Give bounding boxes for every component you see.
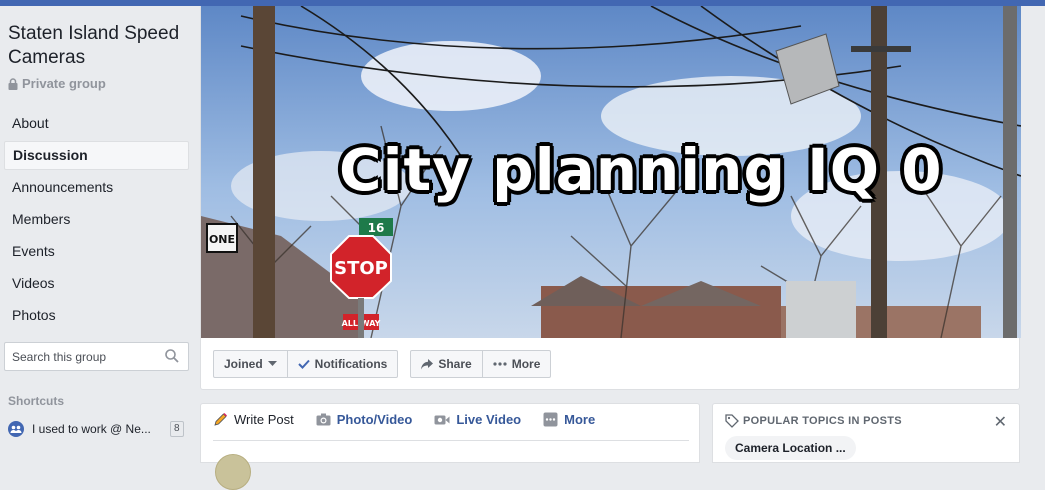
avatar[interactable]	[215, 454, 251, 490]
tab-more[interactable]: More	[543, 412, 595, 427]
search-input[interactable]	[12, 349, 162, 364]
privacy-label: Private group	[22, 76, 106, 91]
nav-item-events[interactable]: Events	[4, 237, 189, 266]
cover-card: ONE 16 STOP ALL WAY City planning IQ 0 J…	[200, 6, 1021, 390]
cover-caption: City planning IQ 0	[339, 136, 943, 204]
stop-sign-text: STOP	[334, 258, 388, 279]
live-video-label: Live Video	[456, 412, 522, 427]
group-privacy: Private group	[8, 76, 106, 91]
cover-photo[interactable]: ONE 16 STOP ALL WAY City planning IQ 0	[201, 6, 1021, 338]
lock-icon	[8, 77, 18, 90]
nav-item-photos[interactable]: Photos	[4, 301, 189, 330]
close-icon[interactable]: ✕	[994, 412, 1007, 432]
tab-live-video[interactable]: Live Video	[434, 412, 521, 427]
write-post-label: Write Post	[234, 412, 294, 427]
nav-item-videos[interactable]: Videos	[4, 269, 189, 298]
more-button[interactable]: More	[481, 351, 551, 377]
composer-divider	[213, 440, 689, 441]
more-tab-label: More	[564, 412, 596, 427]
tag-icon	[725, 414, 739, 428]
nav-item-members[interactable]: Members	[4, 205, 189, 234]
shortcut-label: I used to work @ Ne...	[32, 422, 151, 436]
tab-write-post[interactable]: Write Post	[213, 412, 294, 427]
post-composer: Write Post Photo/Video Live Video More	[200, 403, 700, 490]
group-nav: About Discussion Announcements Members E…	[4, 109, 189, 333]
popular-topics-heading: POPULAR TOPICS IN POSTS	[725, 414, 902, 428]
popular-topics-card: POPULAR TOPICS IN POSTS ✕ Camera Locatio…	[712, 403, 1020, 463]
shortcut-item[interactable]: I used to work @ Ne... 8	[8, 419, 186, 439]
share-label: Share	[438, 357, 472, 371]
share-arrow-icon	[421, 358, 434, 369]
group-icon	[8, 421, 24, 437]
camera-icon	[316, 413, 331, 426]
group-sidebar: Staten Island Speed Cameras Private grou…	[0, 6, 196, 463]
ellipsis-icon	[493, 362, 507, 366]
nav-item-about[interactable]: About	[4, 109, 189, 138]
search-icon[interactable]	[165, 349, 179, 366]
one-way-sign: ONE	[209, 233, 235, 246]
checkmark-icon	[297, 359, 310, 369]
notifications-button[interactable]: Notifications	[286, 351, 398, 377]
more-label: More	[511, 357, 541, 371]
group-action-bar: Joined Notifications Share More	[213, 350, 552, 378]
photo-video-label: Photo/Video	[336, 412, 413, 427]
street-sign: 16	[368, 221, 385, 235]
shortcuts-heading: Shortcuts	[8, 394, 65, 408]
notifications-label: Notifications	[314, 357, 388, 371]
share-buttons: Share More	[410, 350, 552, 378]
popular-topics-title: POPULAR TOPICS IN POSTS	[743, 415, 902, 427]
shortcut-badge: 8	[170, 421, 184, 437]
tab-photo-video[interactable]: Photo/Video	[316, 412, 413, 427]
group-name[interactable]: Staten Island Speed Cameras	[8, 22, 194, 70]
joined-button[interactable]: Joined	[214, 351, 287, 377]
more-options-icon	[543, 412, 558, 427]
joined-label: Joined	[224, 357, 263, 371]
group-search	[4, 342, 189, 371]
pencil-icon	[214, 413, 227, 426]
caret-down-icon	[267, 361, 277, 366]
composer-tabs: Write Post Photo/Video Live Video More	[213, 412, 595, 427]
nav-item-announcements[interactable]: Announcements	[4, 173, 189, 202]
nav-item-discussion[interactable]: Discussion	[4, 141, 189, 170]
topic-pill[interactable]: Camera Location ...	[725, 436, 856, 460]
video-camera-icon	[434, 415, 450, 424]
share-button[interactable]: Share	[411, 351, 481, 377]
membership-buttons: Joined Notifications	[213, 350, 399, 378]
